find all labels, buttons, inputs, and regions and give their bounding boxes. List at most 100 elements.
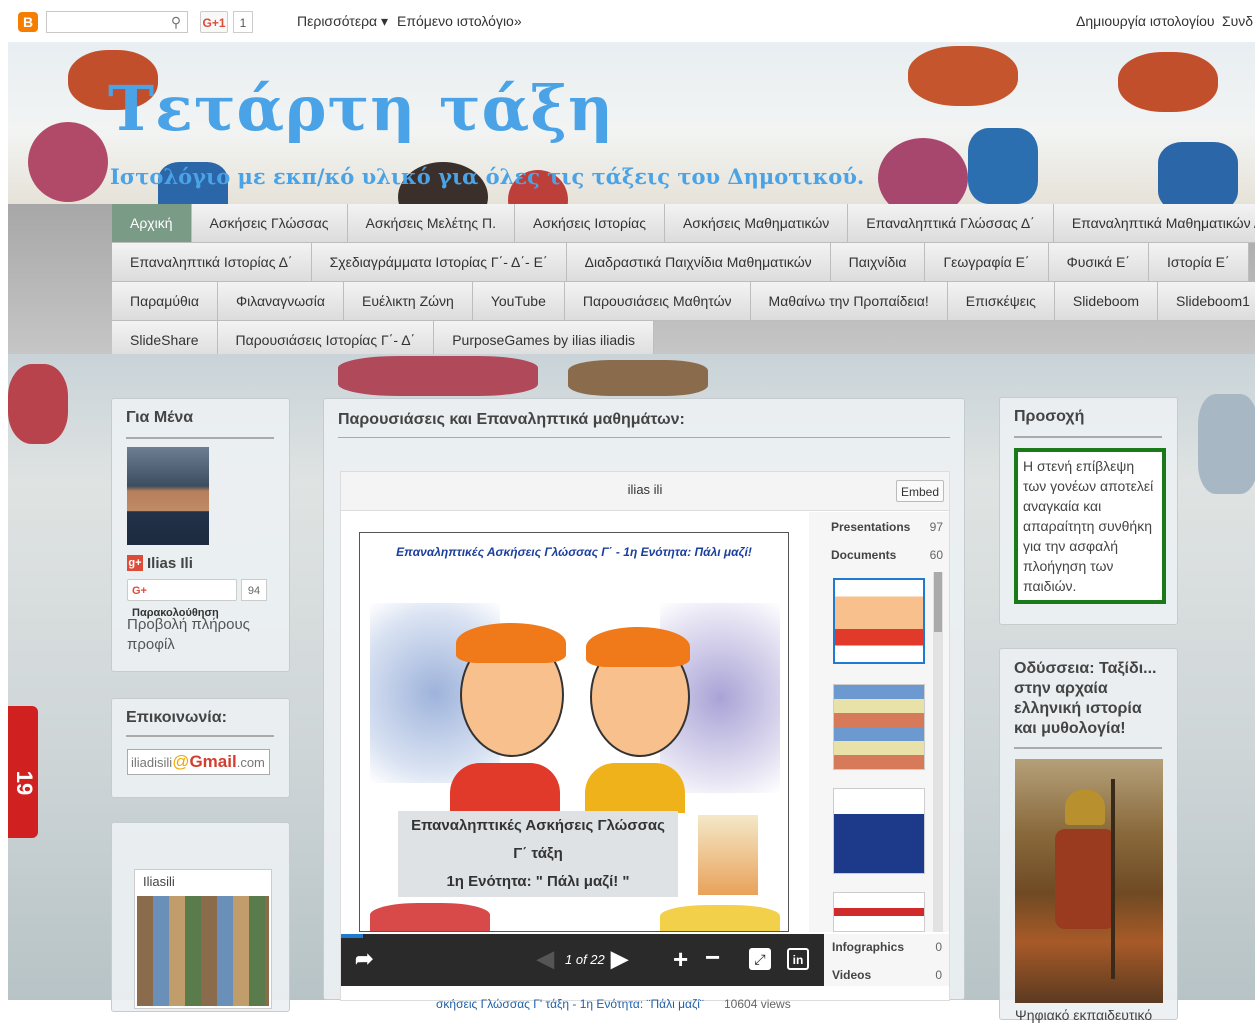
odyssey-divider [1014,747,1162,749]
share-icon[interactable]: ➦ [355,946,373,972]
list-infographics[interactable]: Infographics 0 [832,940,950,954]
menu-item[interactable]: YouTube [472,282,565,321]
follow-tab[interactable]: 19 [8,706,38,838]
menu-item[interactable]: Παιχνίδια [830,243,926,282]
header-illustration-shirt-3 [1158,142,1238,204]
slideshare-author[interactable]: ilias ili [341,482,949,497]
follow-count: 94 [241,579,267,601]
blog-description: Ιστολόγιο με εκπ/κό υλικό για όλες τις τ… [110,164,865,189]
odyssey-image[interactable] [1015,759,1163,1003]
menu-item[interactable]: Επαναληπτικά Ιστορίας Δ΄ [112,243,312,282]
menu-item[interactable]: Γεωγραφία Ε΄ [925,243,1049,282]
notice-text: Η στενή επίβλεψη των γονέων αποτελεί ανα… [1014,448,1166,604]
thumbnail-4[interactable] [833,892,925,932]
list-documents[interactable]: Documents 60 [831,548,949,562]
create-blog-link[interactable]: Δημιουργία ιστολογίου [1076,13,1215,29]
blogger-logo-icon[interactable]: B [18,12,38,32]
slideshare-sidebar-bottom: Infographics 0 Videos 0 [824,934,949,986]
menu-item[interactable]: Παραμύθια [112,282,218,321]
profile-name[interactable]: Ilias Ili [147,555,193,572]
more-menu-link[interactable]: Περισσότερα ▾ [297,13,388,30]
menu-item[interactable]: Παρουσιάσεις Μαθητών [564,282,751,321]
menu-item[interactable]: Slideboom1 [1158,282,1255,321]
list-presentations[interactable]: Presentations 97 [831,520,949,534]
main-post: Παρουσιάσεις και Επαναληπτικά μαθημάτων:… [323,398,965,1001]
next-slide-icon[interactable]: ▶ [611,946,628,972]
bg-illustration-3 [568,360,708,396]
gplus-small-icon: G+ [132,585,147,597]
about-divider [126,437,274,439]
slideshare-footer-title[interactable]: σκήσεις Γλώσσας Γ' τάξη - 1η Ενότητα: ¨Π… [436,997,704,1011]
post-title: Παρουσιάσεις και Επαναληπτικά μαθημάτων: [338,411,685,428]
slide-book-thumbnail [698,815,758,895]
zoom-in-icon[interactable]: + [673,944,688,975]
next-blog-link[interactable]: Επόμενο ιστολόγιο» [397,13,522,29]
gplus-button[interactable]: G+1 [200,11,228,33]
slide-line-1: Επαναληπτικές Ασκήσεις Γλώσσας [411,817,665,834]
list-videos[interactable]: Videos 0 [832,968,950,982]
slide-bottom-art-2 [660,905,780,931]
bg-illustration-2 [338,356,538,396]
signin-link[interactable]: Συνδ [1222,13,1255,29]
follow-button[interactable]: G+ Παρακολούθηση [127,579,237,619]
slide-viewer[interactable]: Επαναληπτικές Ασκήσεις Γλώσσας Γ΄ - 1η Ε… [359,532,789,932]
avatar[interactable] [127,447,209,545]
menu-item[interactable]: Επισκέψεις [947,282,1055,321]
email-image[interactable]: iliadisili@Gmail.com [127,749,270,775]
menu-item[interactable]: Slideboom [1054,282,1159,321]
menu-item[interactable]: Επαναληπτικά Μαθηματικών Δ΄ [1053,204,1255,243]
menu-item[interactable]: Φυσικά Ε΄ [1048,243,1149,282]
notice-divider [1014,436,1162,438]
slide-kid-right-hair [586,627,690,667]
thumbnail-3[interactable] [833,788,925,874]
thumbnail-2[interactable] [833,684,925,770]
gplus-count: 1 [233,11,253,33]
gplus-icon: g+ [127,555,143,571]
menu-item[interactable]: Φιλαναγνωσία [217,282,345,321]
page-indicator: 1 of 22 [565,952,605,967]
menu-item[interactable]: Επαναληπτικά Γλώσσας Δ΄ [848,204,1054,243]
list-scrollbar-thumb[interactable] [934,572,942,632]
embed-button[interactable]: Embed [896,480,944,502]
slide-line-3: 1η Ενότητα: " Πάλι μαζί! " [446,873,630,890]
menu-item[interactable]: Ιστορία Ε΄ [1148,243,1249,282]
bg-illustration-4 [1198,394,1255,494]
prev-slide-icon[interactable]: ◀ [537,946,554,972]
menu-item[interactable]: Σχεδιαγράμματα Ιστορίας Γ΄- Δ΄- Ε΄ [311,243,567,282]
menu-item[interactable]: Μαθαίνω την Προπαίδεια! [750,282,948,321]
blog-title[interactable]: Τετάρτη τάξη [108,72,614,145]
menu-item[interactable]: Ασκήσεις Ιστορίας [515,204,665,243]
about-widget: Για Μένα g+ Ilias Ili G+ Παρακολούθηση 9… [111,398,290,672]
photo-album[interactable]: Iliasili [134,869,272,1009]
slideshare-embed: ilias ili Embed Επαναληπτικές Ασκήσεις Γ… [340,471,950,1001]
menu-item[interactable]: Ασκήσεις Μελέτης Π. [347,204,515,243]
slide-kid-right-shirt [585,763,685,813]
list-scrollbar[interactable] [933,572,943,932]
odyssey-spear [1111,779,1115,979]
menu-item[interactable]: Αρχική [112,204,192,243]
thumbnail-1[interactable] [833,578,925,664]
menu-item[interactable]: Ευέλικτη Ζώνη [344,282,473,321]
contact-title: Επικοινωνία: [126,709,227,726]
profile-link[interactable]: Προβολή πλήρους προφίλ [127,615,267,655]
slide-text-box: Επαναληπτικές Ασκήσεις Γλώσσας Γ΄ τάξη 1… [398,811,678,897]
menu-item[interactable]: Ασκήσεις Γλώσσας [191,204,348,243]
bg-illustration-1 [8,364,68,444]
slide-controls: ➦ ◀ 1 of 22 ▶ + − ⤢ in [341,934,824,986]
header-illustration-ball [28,122,108,202]
fullscreen-icon[interactable]: ⤢ [749,948,771,970]
slide-heading: Επαναληπτικές Ασκήσεις Γλώσσας Γ΄ - 1η Ε… [396,545,752,559]
photo-album-label: Iliasili [143,874,175,889]
odyssey-title[interactable]: Οδύσσεια: Ταξίδι... στην αρχαία ελληνική… [1014,659,1164,739]
slide-progress-bar [341,934,363,938]
menu-row-3: Παραμύθια Φιλαναγνωσία Ευέλικτη Ζώνη YouTub… [112,282,1255,321]
slide-line-2: Γ΄ τάξη [513,845,563,862]
header-illustration-hat-3 [1118,52,1218,112]
search-icon[interactable]: ⚲ [166,12,186,32]
zoom-out-icon[interactable]: − [705,942,720,973]
post-divider [338,437,950,438]
linkedin-icon[interactable]: in [787,948,809,970]
menu-item[interactable]: Διαδραστικά Παιχνίδια Μαθηματικών [566,243,831,282]
menu-item[interactable]: Ασκήσεις Μαθηματικών [664,204,849,243]
photo-collage [137,896,269,1006]
